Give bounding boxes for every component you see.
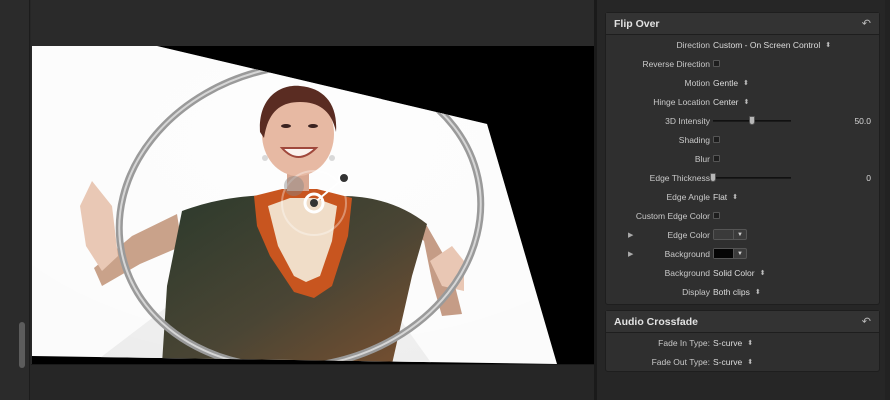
edge-color-row: ▶ Edge Color ▼ bbox=[606, 225, 881, 244]
reverse-direction-row: Reverse Direction bbox=[606, 54, 881, 73]
motion-row: Motion Gentle ⬍ bbox=[606, 73, 881, 92]
fade-in-label: Fade In Type: bbox=[658, 337, 710, 348]
preview-frame bbox=[32, 46, 557, 364]
reset-arrow-icon[interactable]: ↶ bbox=[862, 315, 871, 328]
hinge-location-popup[interactable]: Center ⬍ bbox=[713, 97, 749, 107]
blur-label: Blur bbox=[694, 153, 710, 164]
panel-header: Flip Over ↶ bbox=[606, 13, 879, 35]
display-row: Display Both clips ⬍ bbox=[606, 282, 881, 301]
fade-in-value: S-curve bbox=[713, 337, 743, 348]
background-color-label: Background bbox=[664, 248, 710, 259]
display-popup[interactable]: Both clips ⬍ bbox=[713, 287, 761, 297]
chevron-down-icon[interactable]: ▼ bbox=[734, 251, 746, 257]
fade-out-value: S-curve bbox=[713, 356, 743, 367]
slider-knob[interactable] bbox=[710, 172, 716, 182]
edge-thickness-value[interactable]: 0 bbox=[821, 173, 871, 183]
background-color-row: ▶ Background ▼ bbox=[606, 244, 881, 263]
timeline-scrollbar[interactable] bbox=[0, 0, 30, 400]
panel-title: Flip Over bbox=[614, 17, 660, 30]
display-label: Display bbox=[682, 286, 710, 297]
direction-popup[interactable]: Custom - On Screen Control ⬍ bbox=[713, 40, 831, 50]
edge-color-well[interactable]: ▼ bbox=[713, 229, 747, 240]
flip-over-panel: Flip Over ↶ Direction Custom - On Screen… bbox=[605, 12, 880, 305]
edge-angle-row: Edge Angle Flat ⬍ bbox=[606, 187, 881, 206]
disclosure-triangle-icon[interactable]: ▶ bbox=[628, 250, 633, 258]
custom-edge-color-row: Custom Edge Color bbox=[606, 206, 881, 225]
panel-title: Audio Crossfade bbox=[614, 315, 699, 328]
background-popup[interactable]: Solid Color ⬍ bbox=[713, 268, 765, 278]
blur-row: Blur bbox=[606, 149, 881, 168]
updown-arrows-icon: ⬍ bbox=[759, 269, 766, 277]
background-value: Solid Color bbox=[713, 267, 755, 278]
edge-angle-popup[interactable]: Flat ⬍ bbox=[713, 192, 738, 202]
intensity-3d-value[interactable]: 50.0 bbox=[821, 116, 871, 126]
updown-arrows-icon: ⬍ bbox=[747, 339, 754, 347]
updown-arrows-icon: ⬍ bbox=[825, 41, 832, 49]
shading-label: Shading bbox=[678, 134, 710, 145]
direction-row: Direction Custom - On Screen Control ⬍ bbox=[606, 35, 881, 54]
fade-out-row: Fade Out Type: S-curve ⬍ bbox=[606, 352, 881, 371]
updown-arrows-icon: ⬍ bbox=[743, 98, 750, 106]
hinge-location-row: Hinge Location Center ⬍ bbox=[606, 92, 881, 111]
reverse-direction-checkbox[interactable] bbox=[713, 60, 720, 67]
fade-out-popup[interactable]: S-curve ⬍ bbox=[713, 357, 753, 367]
edge-angle-value: Flat bbox=[713, 191, 728, 202]
fade-in-row: Fade In Type: S-curve ⬍ bbox=[606, 333, 881, 352]
intensity-3d-slider[interactable] bbox=[713, 115, 791, 126]
scrollbar-thumb[interactable] bbox=[19, 322, 25, 368]
inspector: Flip Over ↶ Direction Custom - On Screen… bbox=[597, 0, 890, 400]
blur-checkbox[interactable] bbox=[713, 155, 720, 162]
edge-color-label: Edge Color bbox=[667, 229, 710, 240]
motion-value: Gentle bbox=[713, 77, 739, 88]
reset-arrow-icon[interactable]: ↶ bbox=[862, 17, 871, 30]
updown-arrows-icon: ⬍ bbox=[732, 193, 739, 201]
edge-thickness-slider[interactable] bbox=[710, 172, 791, 183]
direction-label: Direction bbox=[676, 39, 710, 50]
custom-edge-color-checkbox[interactable] bbox=[713, 212, 720, 219]
control-direction-handle[interactable] bbox=[338, 172, 350, 184]
edge-color-chip bbox=[714, 230, 734, 239]
display-value: Both clips bbox=[713, 286, 750, 297]
background-label: Background bbox=[664, 267, 710, 278]
panel-header: Audio Crossfade ↶ bbox=[606, 311, 879, 333]
direction-value: Custom - On Screen Control bbox=[713, 39, 821, 50]
intensity-3d-label: 3D Intensity bbox=[665, 115, 710, 126]
reverse-direction-label: Reverse Direction bbox=[642, 58, 710, 69]
edge-thickness-row: Edge Thickness 0 bbox=[606, 168, 881, 187]
edge-angle-label: Edge Angle bbox=[666, 191, 710, 202]
updown-arrows-icon: ⬍ bbox=[754, 288, 761, 296]
hinge-location-value: Center bbox=[713, 96, 739, 107]
background-color-well[interactable]: ▼ bbox=[713, 248, 747, 259]
hinge-location-label: Hinge Location bbox=[653, 96, 710, 107]
motion-label: Motion bbox=[684, 77, 710, 88]
intensity-3d-row: 3D Intensity 50.0 bbox=[606, 111, 881, 130]
chevron-down-icon[interactable]: ▼ bbox=[734, 232, 746, 238]
shading-checkbox[interactable] bbox=[713, 136, 720, 143]
fade-in-popup[interactable]: S-curve ⬍ bbox=[713, 338, 753, 348]
fade-out-label: Fade Out Type: bbox=[651, 356, 710, 367]
viewer-canvas[interactable] bbox=[32, 46, 594, 364]
custom-edge-color-label: Custom Edge Color bbox=[635, 210, 710, 221]
shading-row: Shading bbox=[606, 130, 881, 149]
background-row: Background Solid Color ⬍ bbox=[606, 263, 881, 282]
updown-arrows-icon: ⬍ bbox=[743, 79, 749, 87]
disclosure-triangle-icon[interactable]: ▶ bbox=[628, 231, 633, 239]
audio-crossfade-panel: Audio Crossfade ↶ Fade In Type: S-curve … bbox=[605, 310, 880, 372]
viewer-toolbar bbox=[31, 364, 594, 400]
inspector-scrollbar[interactable] bbox=[885, 0, 890, 400]
motion-popup[interactable]: Gentle ⬍ bbox=[713, 78, 749, 88]
updown-arrows-icon: ⬍ bbox=[747, 358, 754, 366]
edge-thickness-label: Edge Thickness bbox=[649, 172, 710, 183]
background-color-chip bbox=[714, 249, 734, 258]
slider-knob[interactable] bbox=[749, 115, 755, 125]
